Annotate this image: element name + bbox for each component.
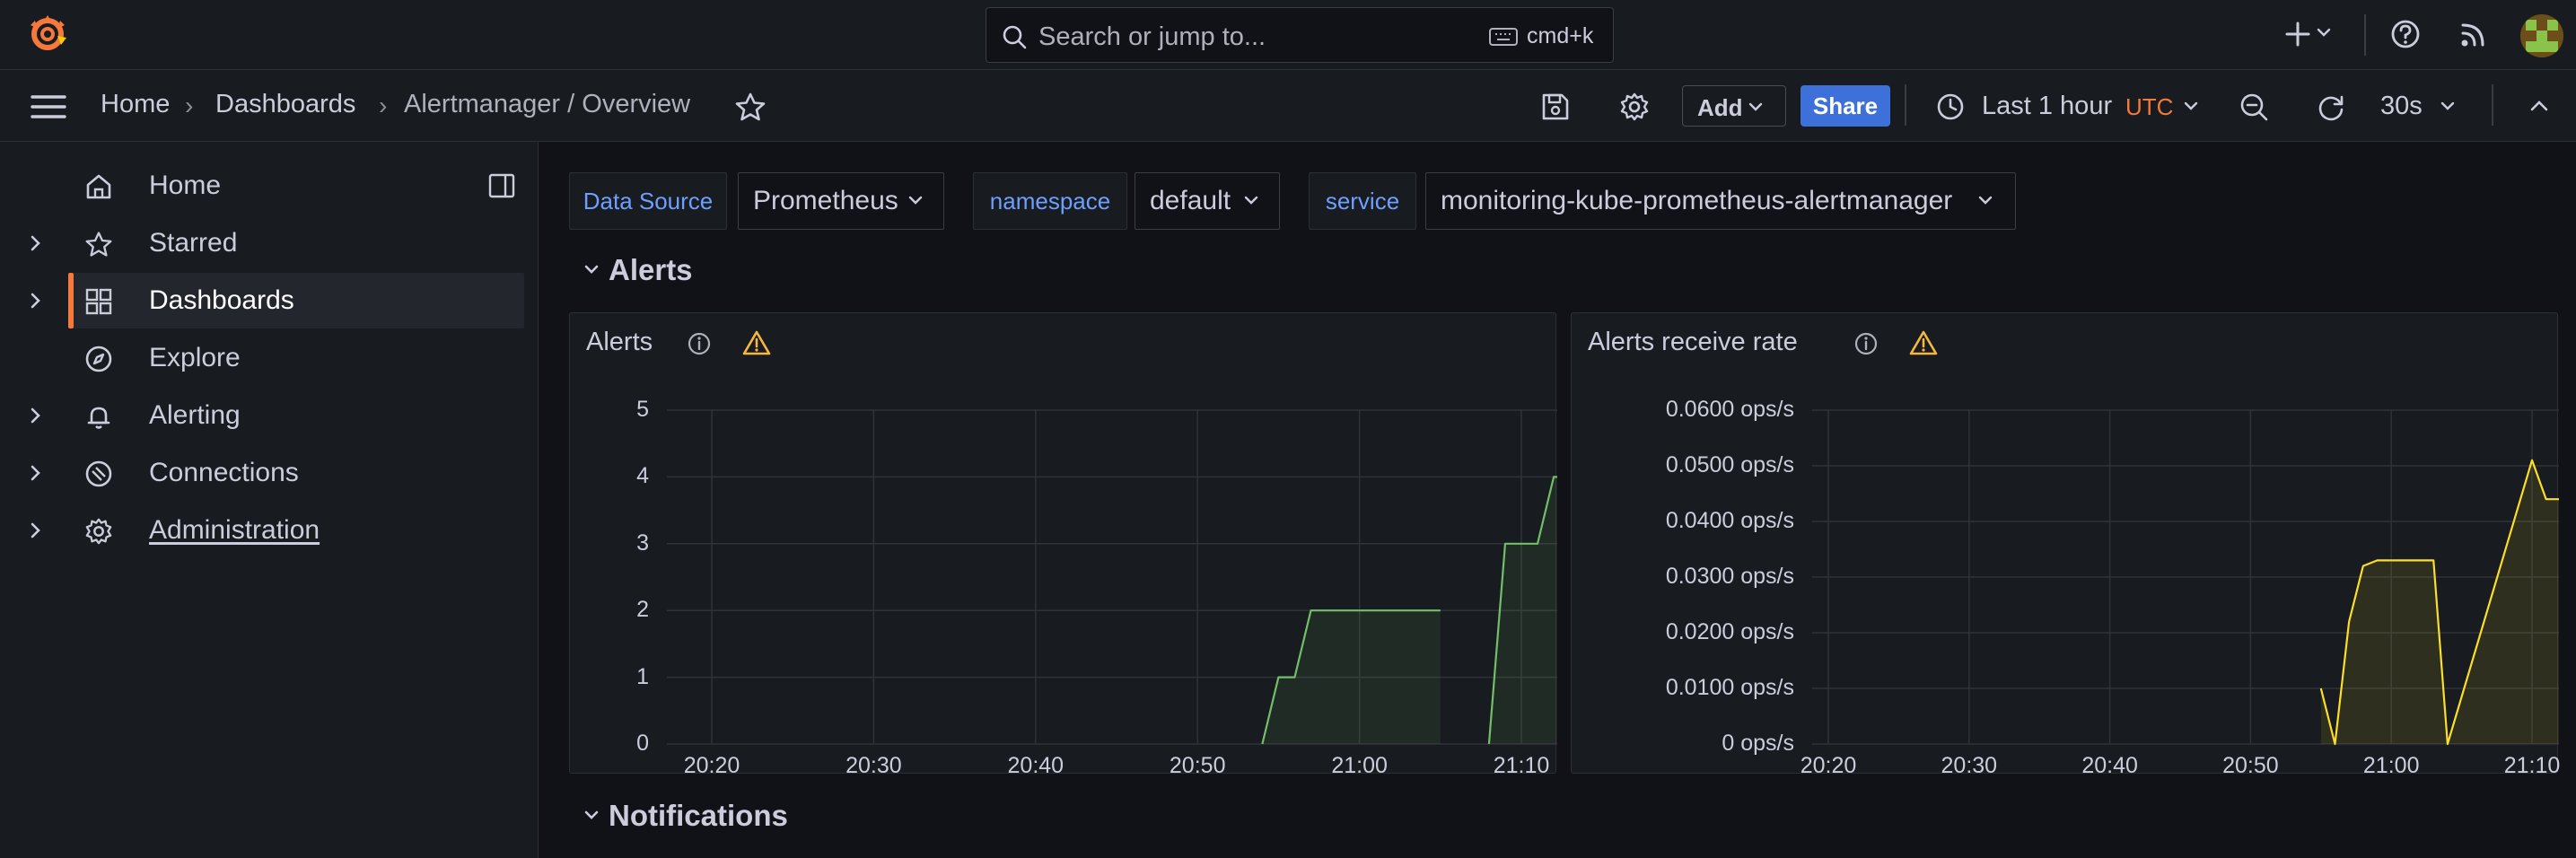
- chevron-right-icon[interactable]: [25, 462, 47, 484]
- sidebar-item-home[interactable]: Home: [0, 158, 526, 214]
- top-bar: Search or jump to... cmd+k: [0, 0, 2576, 70]
- dashboard-toolbar: Home › Dashboards › Alertmanager / Overv…: [0, 70, 2576, 142]
- settings-icon[interactable]: [1619, 92, 1650, 122]
- help-icon[interactable]: [2389, 18, 2422, 50]
- chevron-down-icon: [1978, 196, 1993, 205]
- panel-alerts-receive-rate: Alerts receive rate 0 ops/s 0.0100 ops/s 0…: [1571, 312, 2560, 778]
- add-button[interactable]: Add: [1682, 85, 1786, 127]
- chevron-down-icon[interactable]: [2183, 101, 2199, 113]
- active-indicator: [68, 273, 74, 328]
- sidebar-item-label: Alerting: [149, 400, 241, 430]
- refresh-interval[interactable]: 30s: [2380, 92, 2423, 121]
- save-icon[interactable]: [1540, 92, 1571, 122]
- star-icon: [85, 232, 112, 257]
- time-range-label[interactable]: Last 1 hour: [1982, 92, 2112, 121]
- chevron-down-icon[interactable]: [583, 810, 600, 822]
- divider: [2364, 14, 2366, 56]
- plus-icon[interactable]: [2282, 18, 2314, 50]
- chevron-up-icon[interactable]: [2529, 99, 2549, 113]
- variable-label-namespace: namespace: [973, 172, 1127, 230]
- sidebar-item-starred[interactable]: Starred: [0, 215, 526, 271]
- sidebar-item-label: Home: [149, 171, 222, 200]
- variable-value: Prometheus: [753, 186, 898, 215]
- variable-label-service: service: [1309, 172, 1416, 230]
- zoom-out-icon[interactable]: [2239, 92, 2269, 122]
- menu-icon[interactable]: [31, 93, 66, 120]
- compass-icon: [85, 346, 112, 372]
- variable-value: default: [1150, 186, 1231, 215]
- row-title-alerts[interactable]: Alerts: [609, 253, 693, 287]
- search-shortcut: cmd+k: [1527, 23, 1594, 48]
- sidebar-nav: Home Starred Dashboards Explore Alerting…: [0, 142, 539, 858]
- home-icon: [86, 174, 111, 199]
- refresh-icon[interactable]: [2316, 92, 2346, 122]
- variable-label-datasource: Data Source: [569, 172, 727, 230]
- sidebar-item-administration[interactable]: Administration: [0, 503, 526, 558]
- bell-icon: [87, 407, 110, 429]
- chevron-down-icon: [1244, 196, 1258, 205]
- chart-alerts-receive-rate: [1812, 409, 2559, 746]
- sidebar-item-alerting[interactable]: Alerting: [0, 388, 526, 443]
- sidebar-item-label: Connections: [149, 458, 299, 487]
- variable-value: monitoring-kube-prometheus-alertmanager: [1441, 186, 1953, 215]
- sidebar-item-dashboards[interactable]: Dashboards: [68, 273, 524, 328]
- news-rss-icon[interactable]: [2458, 18, 2490, 50]
- chevron-right-icon[interactable]: [25, 290, 47, 311]
- search-icon: [1003, 25, 1027, 49]
- breadcrumb-separator: ›: [379, 92, 388, 119]
- add-label: Add: [1697, 94, 1743, 121]
- sidebar-item-connections[interactable]: Connections: [0, 445, 526, 501]
- chevron-down-icon[interactable]: [2316, 27, 2332, 39]
- variable-select-namespace[interactable]: default: [1135, 172, 1280, 230]
- sidebar-item-label: Starred: [149, 228, 238, 258]
- chevron-right-icon[interactable]: [25, 232, 47, 254]
- sidebar-item-label: Dashboards: [149, 285, 294, 315]
- chevron-down-icon: [908, 196, 923, 205]
- row-title-notifications[interactable]: Notifications: [609, 799, 788, 833]
- variable-select-datasource[interactable]: Prometheus: [738, 172, 944, 230]
- breadcrumb-dashboards[interactable]: Dashboards: [215, 90, 355, 119]
- chevron-right-icon[interactable]: [25, 520, 47, 541]
- chart-alerts: [667, 409, 1557, 745]
- timezone-label: UTC: [2125, 93, 2174, 120]
- variable-select-service[interactable]: monitoring-kube-prometheus-alertmanager: [1425, 172, 2016, 230]
- breadcrumb-current: Alertmanager / Overview: [404, 90, 691, 118]
- apps-icon: [85, 288, 112, 315]
- keyboard-icon: [1489, 28, 1518, 46]
- grafana-logo[interactable]: [25, 11, 75, 61]
- sidebar-item-label: Explore: [149, 343, 241, 372]
- chevron-down-icon: [1748, 102, 1763, 111]
- panel-alerts: Alerts 012345 20:20 20:30 20:40 20:50 21:00 2…: [569, 312, 1557, 778]
- clock-icon[interactable]: [1935, 92, 1966, 122]
- search-input[interactable]: Search or jump to... cmd+k: [986, 7, 1614, 63]
- chevron-right-icon[interactable]: [25, 405, 47, 426]
- breadcrumb-separator: ›: [185, 92, 194, 119]
- divider: [1905, 84, 1906, 126]
- avatar[interactable]: [2520, 14, 2563, 57]
- sidebar-item-label: Administration: [149, 515, 320, 545]
- cog-icon: [85, 518, 112, 545]
- sidebar-item-explore[interactable]: Explore: [0, 330, 526, 386]
- connections-icon: [85, 460, 112, 487]
- search-placeholder: Search or jump to...: [1038, 22, 1266, 51]
- chevron-down-icon[interactable]: [583, 264, 600, 276]
- share-button[interactable]: Share: [1801, 85, 1890, 127]
- divider: [2492, 84, 2493, 126]
- star-icon[interactable]: [734, 92, 767, 122]
- breadcrumb-home[interactable]: Home: [101, 90, 170, 119]
- chevron-down-icon[interactable]: [2440, 101, 2456, 113]
